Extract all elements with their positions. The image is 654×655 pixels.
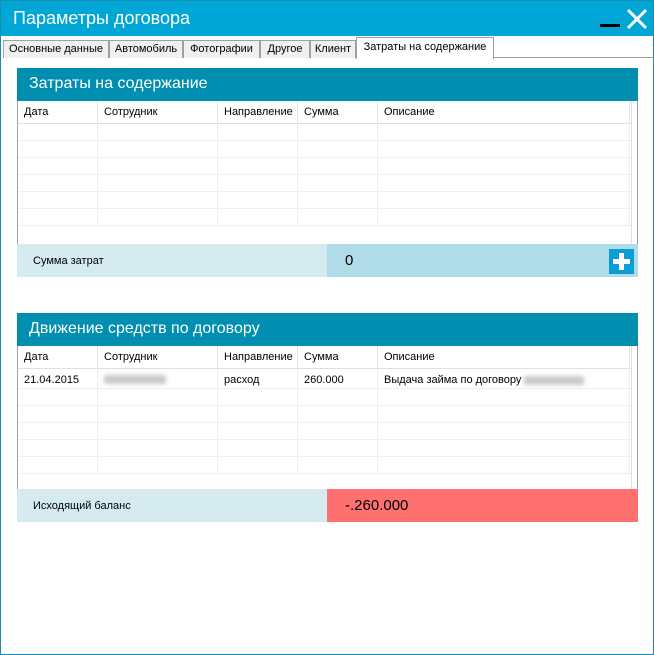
table-row (18, 457, 632, 474)
column-header-employee[interactable]: Сотрудник (98, 346, 218, 369)
plus-icon (613, 253, 630, 270)
row-description: Выдача займа по договору (378, 369, 630, 389)
balance-bar: Исходящий баланс -.260.000 (17, 489, 638, 522)
expenses-total-bar: Сумма затрат 0 (17, 244, 638, 277)
row-direction: расход (218, 369, 298, 389)
expenses-grid[interactable]: Дата Сотрудник Направление Сумма Описани… (17, 101, 638, 244)
table-row (18, 440, 632, 457)
column-header-direction[interactable]: Направление (218, 101, 298, 124)
expenses-panel-title: Затраты на содержание (17, 68, 638, 101)
column-header-employee[interactable]: Сотрудник (98, 101, 218, 124)
movements-grid-scrollbar[interactable] (631, 346, 637, 489)
add-expense-button[interactable] (609, 249, 634, 274)
tab-main-data[interactable]: Основные данные (3, 40, 109, 58)
row-description-text: Выдача займа по договору (384, 374, 522, 386)
close-icon (626, 8, 648, 30)
tab-strip: Основные данные Автомобиль Фотографии Др… (3, 37, 653, 59)
movements-panel: Движение средств по договору Дата Сотруд… (17, 313, 638, 523)
balance-value: -.260.000 (327, 489, 638, 522)
window-title: Параметры договора (13, 8, 191, 28)
tab-other[interactable]: Другое (260, 40, 310, 58)
column-header-direction[interactable]: Направление (218, 346, 298, 369)
expenses-grid-header: Дата Сотрудник Направление Сумма Описани… (18, 101, 632, 124)
row-employee (98, 369, 218, 389)
redacted-contract-number (524, 375, 585, 385)
table-row (18, 192, 632, 209)
close-button[interactable] (626, 8, 648, 30)
column-header-description[interactable]: Описание (378, 101, 630, 124)
row-date: 21.04.2015 (18, 369, 98, 389)
movements-grid-header: Дата Сотрудник Направление Сумма Описани… (18, 346, 632, 369)
table-row (18, 423, 632, 440)
column-header-date[interactable]: Дата (18, 101, 98, 124)
expenses-grid-scrollbar[interactable] (631, 101, 637, 244)
minimize-icon (600, 24, 620, 27)
tab-maintenance-costs[interactable]: Затраты на содержание (356, 37, 494, 59)
table-row (18, 209, 632, 226)
table-row[interactable]: 21.04.2015 расход 260.000 Выдача займа п… (18, 369, 632, 389)
expenses-total-value: 0 (327, 244, 638, 277)
redacted-employee (104, 374, 166, 384)
table-row (18, 124, 632, 141)
table-row (18, 175, 632, 192)
expenses-total-label: Сумма затрат (17, 244, 327, 277)
tab-photos[interactable]: Фотографии (183, 40, 260, 58)
tab-car[interactable]: Автомобиль (109, 40, 183, 58)
table-row (18, 406, 632, 423)
row-amount: 260.000 (298, 369, 378, 389)
table-row (18, 141, 632, 158)
column-header-description[interactable]: Описание (378, 346, 630, 369)
minimize-button[interactable] (599, 8, 621, 30)
column-header-date[interactable]: Дата (18, 346, 98, 369)
contract-params-window: Параметры договора Основные данные Автом… (0, 0, 654, 655)
column-header-amount[interactable]: Сумма (298, 346, 378, 369)
movements-grid[interactable]: Дата Сотрудник Направление Сумма Описани… (17, 346, 638, 489)
tab-client[interactable]: Клиент (310, 40, 356, 58)
balance-label: Исходящий баланс (17, 489, 327, 522)
movements-panel-title: Движение средств по договору (17, 313, 638, 346)
column-header-amount[interactable]: Сумма (298, 101, 378, 124)
expenses-panel: Затраты на содержание Дата Сотрудник Нап… (17, 68, 638, 278)
title-bar[interactable]: Параметры договора (1, 1, 653, 36)
table-row (18, 389, 632, 406)
table-row (18, 158, 632, 175)
